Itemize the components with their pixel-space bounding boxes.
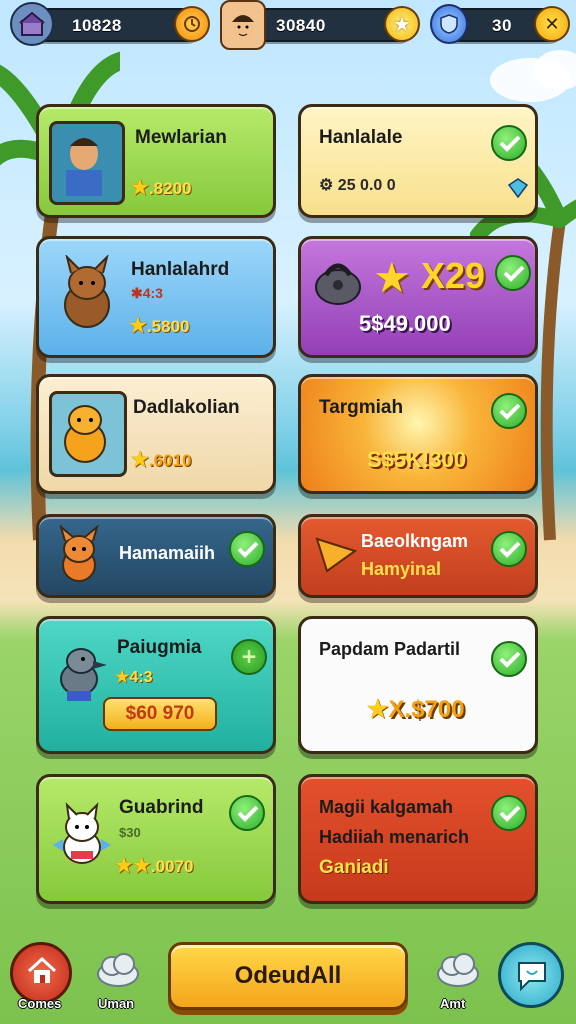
cloud-decor (490, 50, 576, 102)
card-title: Hamamaiih (119, 543, 216, 563)
card-value: ★★.0070 (115, 855, 194, 877)
reward-card-3[interactable]: Hanlalahrd ✱4:3 ★.5800 (36, 236, 276, 358)
completed-check-icon (491, 125, 527, 161)
card-title: Dadlakolian (133, 397, 240, 418)
profile-avatar-button[interactable] (10, 2, 54, 46)
card-value: ★X.$700 (367, 696, 465, 723)
close-button[interactable]: ✕ (534, 6, 570, 42)
arrow-gem-icon (315, 537, 358, 573)
card-level: $30 (119, 825, 141, 840)
shield-icon (440, 14, 458, 34)
star-icon: ★ (129, 315, 147, 337)
squirrel-icon (64, 255, 110, 328)
reward-card-2[interactable]: Hanlalale ⚙ 25 0.0 0 (298, 104, 538, 218)
shield-button[interactable] (430, 4, 468, 44)
timer-icon (184, 16, 200, 32)
bird-icon (60, 648, 107, 701)
cat-icon (64, 405, 106, 463)
completed-check-icon (491, 393, 527, 429)
claim-all-label: OdeudAll (234, 962, 342, 989)
kettlebell-icon (315, 263, 361, 305)
card-title: Guabrind (119, 797, 204, 818)
completed-check-icon (491, 795, 527, 831)
nav-button-4[interactable] (434, 950, 482, 990)
card-level: ✱4:3 (131, 285, 163, 301)
card-title: Papdam Padartil (319, 639, 461, 659)
gems-value: 30840 (276, 16, 326, 35)
house-avatar-icon (19, 12, 45, 36)
star-icon: ★ (115, 669, 130, 686)
nav-label-4: Amt (440, 996, 466, 1011)
chat-button[interactable] (498, 942, 564, 1008)
card-title: Hanlalale (319, 127, 403, 148)
fox-icon (59, 525, 99, 582)
claim-all-button[interactable]: OdeudAll (168, 942, 408, 1010)
reward-card-5[interactable]: Dadlakolian ★.6010 (36, 374, 276, 494)
card-subtitle: Ganiadi (319, 857, 389, 878)
star-icon: ★ (131, 449, 149, 471)
card-subtitle: Hamyinal (361, 559, 442, 579)
completed-check-icon (229, 795, 265, 831)
avatar-man (49, 121, 125, 205)
card-title: Hanlalahrd (131, 259, 230, 280)
reward-card-6[interactable]: Targmiah S$5K!300 (298, 374, 538, 494)
reward-card-9[interactable]: Paiugmia ★4:3 $60 970 + (36, 616, 276, 754)
player-face-icon (232, 15, 254, 40)
white-cat-icon (53, 802, 111, 864)
reward-card-12[interactable]: Magii kalgamah Hadiiah menarich Ganiadi (298, 774, 538, 904)
card-title: Mewlarian (135, 127, 227, 148)
price-label: $60 970 (125, 703, 195, 724)
pending-plus-icon: + (231, 639, 267, 675)
reward-card-4[interactable]: ★ X29 5$49.000 (298, 236, 538, 358)
star-icon: ★★ (115, 855, 151, 877)
add-coins-button[interactable] (174, 6, 210, 42)
chat-bubble-icon (518, 962, 546, 991)
reward-card-11[interactable]: Guabrind $30 ★★.0070 (36, 774, 276, 904)
star-icon: ★ (393, 12, 411, 36)
completed-check-icon (491, 531, 527, 567)
cross-icon: ✱ (131, 285, 143, 301)
avatar-cat (49, 391, 127, 477)
card-multiplier: X29 (421, 255, 486, 296)
close-icon: ✕ (544, 13, 560, 35)
reward-card-10[interactable]: Papdam Padartil ★X.$700 (298, 616, 538, 754)
home-icon (27, 957, 57, 983)
cloud-icon (437, 953, 479, 987)
price-button[interactable]: $60 970 (103, 697, 217, 731)
card-title: Magii kalgamah (319, 797, 454, 817)
gem-icon (507, 178, 529, 199)
man-portrait-icon (66, 138, 102, 196)
completed-check-icon (491, 641, 527, 677)
burst-star-icon: ★ (373, 253, 411, 302)
energy-value: 30 (492, 16, 512, 35)
star-bonus-button[interactable]: ★ (384, 6, 420, 42)
card-value: ★.8200 (131, 177, 192, 199)
completed-check-icon (495, 255, 531, 291)
card-value: ★.5800 (129, 315, 190, 337)
completed-check-icon (229, 531, 265, 567)
star-icon: ★ (367, 696, 389, 723)
gear-icon: ⚙ (319, 177, 338, 194)
nav-label-2: Uman (98, 996, 135, 1011)
star-icon: ★ (131, 177, 149, 199)
home-button[interactable] (10, 942, 72, 1004)
card-level: ★4:3 (115, 669, 153, 686)
nav-button-2[interactable] (94, 950, 142, 990)
card-title-line2: Hadiiah menarich (319, 827, 470, 847)
card-title: Paiugmia (117, 637, 202, 658)
reward-card-7[interactable]: Hamamaiih (36, 514, 276, 598)
coins-value: 10828 (72, 16, 122, 35)
card-title: Targmiah (319, 397, 404, 418)
top-resource-bar: 10828 30840 ★ 30 ✕ (0, 0, 576, 50)
card-value: 5$49.000 (359, 311, 451, 336)
card-value: ★.6010 (131, 449, 192, 471)
cloud-icon (97, 953, 139, 987)
card-title: Baeolkngam (361, 531, 469, 551)
reward-card-8[interactable]: Baeolkngam Hamyinal (298, 514, 538, 598)
reward-card-1[interactable]: Mewlarian ★.8200 (36, 104, 276, 218)
card-value: ⚙ 25 0.0 0 (319, 177, 396, 194)
player-portrait[interactable] (220, 0, 266, 50)
home-label: Comes (18, 996, 62, 1011)
card-value: S$5K!300 (367, 447, 467, 472)
